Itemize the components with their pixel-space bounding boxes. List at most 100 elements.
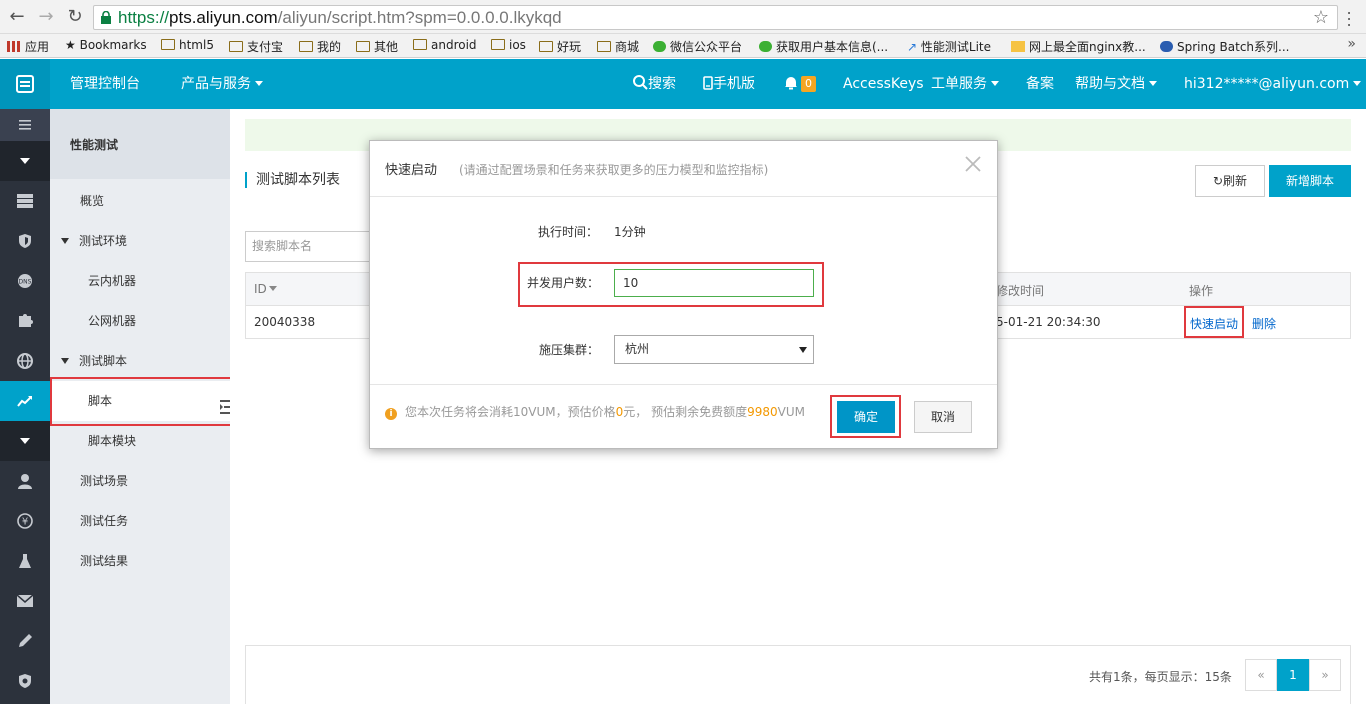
filing-link[interactable]: 备案 [1026, 59, 1054, 109]
quick-start-dialog: 快速启动 (请通过配置场景和任务来获取更多的压力模型和监控指标) 执行时间： 1… [369, 140, 998, 449]
bookmark-apps[interactable]: 应用 [7, 38, 49, 55]
bookmark-pts-lite[interactable]: ↗ 性能测试Lite [907, 38, 991, 55]
bell-icon [785, 77, 797, 90]
sidebar-item-result[interactable]: 测试结果 [50, 541, 230, 581]
refresh-button[interactable]: ↻刷新 [1195, 165, 1265, 197]
pager-info: 共有1条，每页显示：15条 [1089, 670, 1232, 684]
reload-icon[interactable]: ↻ [65, 7, 85, 27]
bookmark-ios[interactable]: ios [491, 38, 526, 52]
pagination-bar: 共有1条，每页显示：15条 « 1 » [245, 645, 1351, 704]
folder-icon [356, 41, 370, 52]
sidebar-item-cloud-machine[interactable]: 云内机器 [50, 261, 230, 301]
tickets-menu[interactable]: 工单服务 [931, 59, 999, 109]
performance-trend-icon[interactable] [0, 381, 50, 421]
bookmark-alipay[interactable]: 支付宝 [229, 38, 283, 55]
pager-current[interactable]: 1 [1277, 659, 1309, 691]
info-icon: i [385, 408, 397, 420]
sidebar-item-public-machine[interactable]: 公网机器 [50, 301, 230, 341]
bookmark-html5[interactable]: html5 [161, 38, 214, 52]
more-bookmarks-icon[interactable]: » [1347, 36, 1356, 52]
bookmark-bookmarks[interactable]: ★ Bookmarks [65, 38, 147, 52]
folder-icon [229, 41, 243, 52]
cancel-button[interactable]: 取消 [914, 401, 972, 433]
lock-icon [101, 11, 111, 24]
products-menu[interactable]: 产品与服务 [181, 59, 263, 109]
security-shield-icon[interactable] [0, 661, 50, 701]
exec-time-value: 1分钟 [614, 225, 646, 239]
mail-icon[interactable] [0, 581, 50, 621]
mobile-link[interactable]: 手机版 [703, 59, 755, 109]
expand-down-icon[interactable] [0, 141, 50, 181]
bookmark-fun[interactable]: 好玩 [539, 38, 581, 55]
address-bar[interactable]: https://pts.aliyun.com/aliyun/script.htm… [93, 5, 1338, 30]
caret-down-icon [1149, 81, 1157, 86]
pager-next[interactable]: » [1309, 659, 1341, 691]
browser-menu-icon[interactable]: ... [1344, 1, 1354, 29]
help-menu[interactable]: 帮助与文档 [1075, 59, 1157, 109]
cost-info: i 您本次任务将会消耗10VUM，预估价格0元， 预估剩余免费额度9980VUM [385, 403, 805, 420]
sidebar-item-script-module[interactable]: 脚本模块 [50, 421, 230, 461]
icon-rail: DNS ¥ [0, 109, 50, 704]
bookmark-wechat-mp[interactable]: 微信公众平台 [653, 38, 742, 55]
aliyun-logo-icon[interactable] [0, 59, 50, 109]
notification-button[interactable]: 0 [784, 59, 816, 109]
server-icon[interactable] [0, 181, 50, 221]
account-menu[interactable]: hi312*****@aliyun.com [1184, 59, 1362, 109]
browser-toolbar: ← → ↻ https://pts.aliyun.com/aliyun/scri… [0, 0, 1366, 34]
folder-icon [413, 39, 427, 50]
dialog-title: 快速启动 [385, 163, 438, 178]
bookmark-other[interactable]: 其他 [356, 38, 398, 55]
row-modified: 5-01-21 20:34:30 [996, 315, 1101, 329]
caret-down-icon [991, 81, 999, 86]
column-modified: 修改时间 [996, 284, 1045, 298]
sidebar-item-scenario[interactable]: 测试场景 [50, 461, 230, 501]
column-id[interactable]: ID [254, 282, 277, 296]
sidebar-item-task[interactable]: 测试任务 [50, 501, 230, 541]
bookmark-mine[interactable]: 我的 [299, 38, 341, 55]
top-navigation: 管理控制台 产品与服务 搜索 手机版 0 AccessKeys 工单服务 备案 … [0, 59, 1366, 109]
url-text: https://pts.aliyun.com/aliyun/script.htm… [118, 8, 562, 27]
accesskeys-link[interactable]: AccessKeys [843, 59, 924, 109]
folder-icon [299, 41, 313, 52]
highlight-box [50, 377, 235, 426]
pager-prev[interactable]: « [1245, 659, 1277, 691]
sidebar-title: 性能测试 [50, 109, 230, 179]
bookmark-nginx[interactable]: 网上最全面nginx教... [1011, 38, 1146, 55]
shield-icon[interactable] [0, 221, 50, 261]
bookmark-userinfo[interactable]: 获取用户基本信息(... [759, 38, 888, 55]
apps-grid-icon [7, 41, 21, 52]
notification-badge: 0 [801, 76, 816, 92]
forward-icon[interactable]: → [36, 7, 56, 27]
close-icon[interactable] [964, 155, 982, 173]
menu-icon[interactable] [0, 109, 50, 141]
search-link[interactable]: 搜索 [633, 59, 676, 109]
cluster-select[interactable]: 杭州 [614, 335, 814, 364]
delete-link[interactable]: 删除 [1252, 315, 1276, 332]
console-link[interactable]: 管理控制台 [70, 59, 140, 109]
new-script-button[interactable]: 新增脚本 [1269, 165, 1351, 197]
bookmark-spring-batch[interactable]: Spring Batch系列... [1160, 38, 1289, 55]
back-icon[interactable]: ← [7, 7, 27, 27]
folder-icon [161, 39, 175, 50]
wechat-icon [653, 41, 666, 52]
sort-caret-icon [268, 286, 277, 291]
expand-down-icon[interactable] [0, 421, 50, 461]
sidebar-item-overview[interactable]: 概览 [50, 181, 230, 221]
billing-yen-icon[interactable]: ¥ [0, 501, 50, 541]
user-icon[interactable] [0, 461, 50, 501]
sidebar-item-test-script[interactable]: 测试脚本 [50, 341, 230, 381]
flask-icon[interactable] [0, 541, 50, 581]
sidebar-item-env[interactable]: 测试环境 [50, 221, 230, 261]
trend-icon: ↗ [907, 40, 918, 54]
puzzle-icon[interactable] [0, 301, 50, 341]
bookmark-star-icon[interactable]: ☆ [1313, 7, 1329, 28]
script-search-input[interactable]: 搜索脚本名 [245, 231, 375, 262]
pencil-icon[interactable] [0, 621, 50, 661]
bookmark-android[interactable]: android [413, 38, 477, 52]
dns-icon[interactable]: DNS [0, 261, 50, 301]
sidebar-collapse-icon[interactable] [220, 398, 230, 416]
bookmark-mall[interactable]: 商城 [597, 38, 639, 55]
product-sidebar: 性能测试 概览 测试环境 云内机器 公网机器 测试脚本 脚本 脚本模块 测试场景… [50, 109, 235, 704]
dropdown-arrow-icon [799, 347, 807, 353]
globe-icon[interactable] [0, 341, 50, 381]
